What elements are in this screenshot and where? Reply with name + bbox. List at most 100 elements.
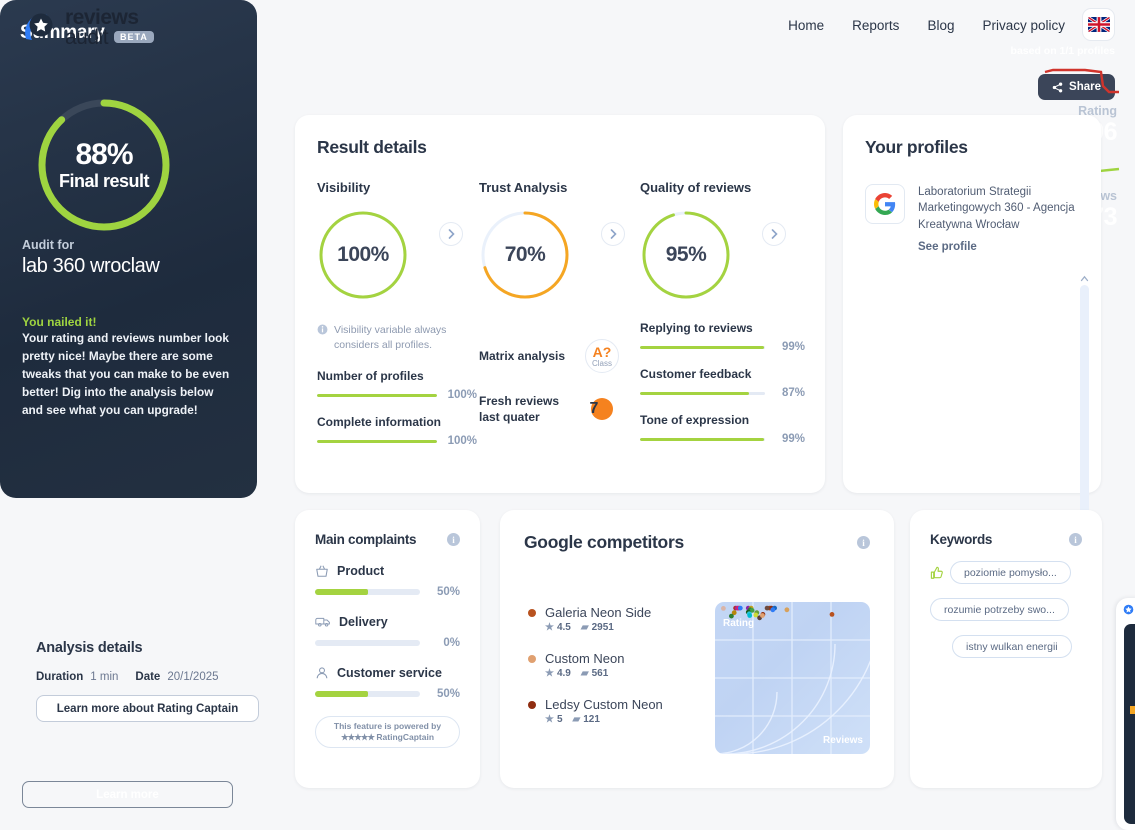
info-icon[interactable]: i	[857, 536, 870, 549]
your-profiles-title: Your profiles	[865, 137, 968, 157]
google-competitors-card: Google competitors i Galeria Neon Side ★…	[500, 510, 894, 788]
beta-badge: BETA	[114, 30, 154, 44]
keyword-chip[interactable]: istny wulkan energii	[952, 635, 1072, 658]
metric-tone-of-expression: Tone of expression 99%	[640, 413, 805, 445]
quality-expand-button[interactable]	[762, 222, 786, 246]
info-icon[interactable]: i	[1069, 533, 1082, 546]
nav-item-reports[interactable]: Reports	[852, 18, 899, 33]
competitors-scatter-chart: Rating Reviews	[715, 602, 870, 754]
metric-label: Number of profiles	[317, 369, 424, 384]
metric-fresh-reviews: Fresh reviews last quater 7	[479, 393, 639, 425]
site-logo[interactable]: reviews audit BETA	[20, 6, 154, 48]
visibility-ring: 100%	[317, 209, 409, 301]
side-widget-partial[interactable]	[1116, 598, 1135, 830]
metric-label: Tone of expression	[640, 413, 750, 427]
metric-label: Customer feedback	[640, 367, 752, 381]
rating-value: 4.9	[556, 668, 571, 679]
complaint-delivery: Delivery 0%	[315, 615, 460, 649]
duration-label: Duration	[36, 671, 84, 683]
complaint-bar	[315, 640, 420, 646]
complaint-customer-service: Customer service 50%	[315, 666, 460, 700]
keyword-row: istny wulkan energii	[930, 635, 1082, 658]
profiles-scrollbar[interactable]	[1080, 275, 1089, 515]
final-result-value: 88%	[75, 137, 133, 171]
trust-analysis-ring: 70%	[479, 209, 571, 301]
metric-bar	[317, 393, 437, 397]
chevron-right-icon	[771, 229, 778, 239]
profile-details: Laboratorium Strategii Marketingowych 36…	[918, 184, 1079, 253]
summary-card: Summary based on 1/1 profiles 88% Final …	[0, 0, 1120, 808]
metric-bar	[317, 439, 437, 443]
nailed-headline: You nailed it!	[22, 315, 97, 329]
summary-learn-more-button[interactable]: Learn more	[22, 781, 233, 808]
info-icon[interactable]: i	[447, 533, 460, 546]
complaint-bar	[315, 691, 420, 697]
rating-captain-name: RatingCaptain	[376, 732, 435, 742]
language-switcher-button[interactable]	[1082, 8, 1115, 41]
competitor-color-dot	[528, 700, 536, 709]
reviews-count: 2951	[591, 622, 614, 633]
visibility-expand-button[interactable]	[439, 222, 463, 246]
quality-of-reviews-title: Quality of reviews	[640, 180, 752, 195]
matrix-analysis-class-badge: A? Class	[585, 339, 619, 373]
keywords-title: Keywords	[930, 532, 993, 547]
profile-name: Laboratorium Strategii Marketingowych 36…	[918, 186, 1075, 231]
trust-analysis-title: Trust Analysis	[479, 180, 568, 195]
final-result-gauge: 88% Final result	[22, 88, 186, 243]
keywords-header: Keywords i	[930, 532, 1082, 547]
complaint-label: Customer service	[337, 666, 442, 680]
powered-stars: ★★★★★	[340, 732, 375, 742]
person-icon	[316, 667, 328, 679]
logo-line-reviews: reviews	[65, 6, 139, 29]
audit-for-label: Audit for	[22, 238, 75, 252]
matrix-analysis-label: Matrix analysis	[479, 349, 566, 363]
metric-matrix-analysis: Matrix analysis A? Class	[479, 339, 639, 373]
audit-company-name: lab 360 wroclaw	[22, 255, 160, 277]
nav-item-home[interactable]: Home	[788, 18, 824, 33]
uk-flag-icon	[1087, 17, 1110, 32]
see-profile-link[interactable]: See profile	[918, 241, 1079, 253]
chevron-right-icon	[610, 229, 617, 239]
competitor-color-dot	[528, 608, 536, 617]
keyword-row: poziomie pomysło...	[930, 561, 1082, 584]
delivery-van-icon	[315, 617, 330, 627]
metric-label: Replying to reviews	[640, 321, 753, 335]
date-label: Date	[135, 671, 161, 683]
complaint-value: 50%	[436, 688, 460, 700]
main-complaints-header: Main complaints i	[315, 532, 460, 547]
nav-item-privacy-policy[interactable]: Privacy policy	[982, 18, 1065, 33]
rating-sparkline	[1044, 68, 1119, 94]
main-complaints-title: Main complaints	[315, 532, 417, 547]
rating-value: 4.5	[556, 622, 571, 633]
basket-icon	[316, 565, 328, 577]
complaint-value: 50%	[436, 586, 460, 598]
info-icon	[317, 324, 328, 335]
result-details-title: Result details	[317, 137, 427, 157]
reviews-audit-logo-icon	[20, 9, 58, 47]
analysis-details-title: Analysis details	[36, 640, 143, 656]
visibility-title: Visibility	[317, 180, 371, 195]
audit-dashboard-page: reviews audit BETA Home Reports Blog Pri…	[0, 0, 1135, 830]
class-caption: Class	[591, 358, 612, 368]
competitor-name: Galeria Neon Side	[545, 605, 652, 620]
logo-wordmark: reviews audit BETA	[65, 6, 154, 48]
metric-number-of-profiles: Number of profiles 100%	[317, 369, 477, 401]
chart-x-axis-label: Reviews	[822, 735, 863, 746]
learn-more-rating-captain-button[interactable]: Learn more about Rating Captain	[36, 695, 259, 722]
visibility-note: Visibility variable always considers all…	[317, 323, 467, 353]
google-competitors-title: Google competitors	[524, 532, 684, 552]
chevron-right-icon	[448, 229, 455, 239]
nav-item-blog[interactable]: Blog	[927, 18, 954, 33]
list-item: Ledsy Custom Neon ★ 5 ▰ 121	[528, 697, 663, 725]
competitor-name: Ledsy Custom Neon	[545, 697, 663, 712]
metric-bar	[640, 345, 765, 349]
trust-analysis-expand-button[interactable]	[601, 222, 625, 246]
star-icon: ★	[545, 622, 554, 633]
keyword-chip[interactable]: poziomie pomysło...	[950, 561, 1071, 584]
competitor-reviews: ▰ 561	[581, 668, 608, 679]
powered-by-line2: ★★★★★ RatingCaptain	[341, 732, 434, 743]
keyword-chip[interactable]: rozumie potrzeby swo...	[930, 598, 1069, 621]
google-logo-icon	[865, 184, 905, 224]
competitor-rating: ★ 5	[545, 714, 563, 725]
date-value: 20/1/2025	[167, 671, 219, 683]
